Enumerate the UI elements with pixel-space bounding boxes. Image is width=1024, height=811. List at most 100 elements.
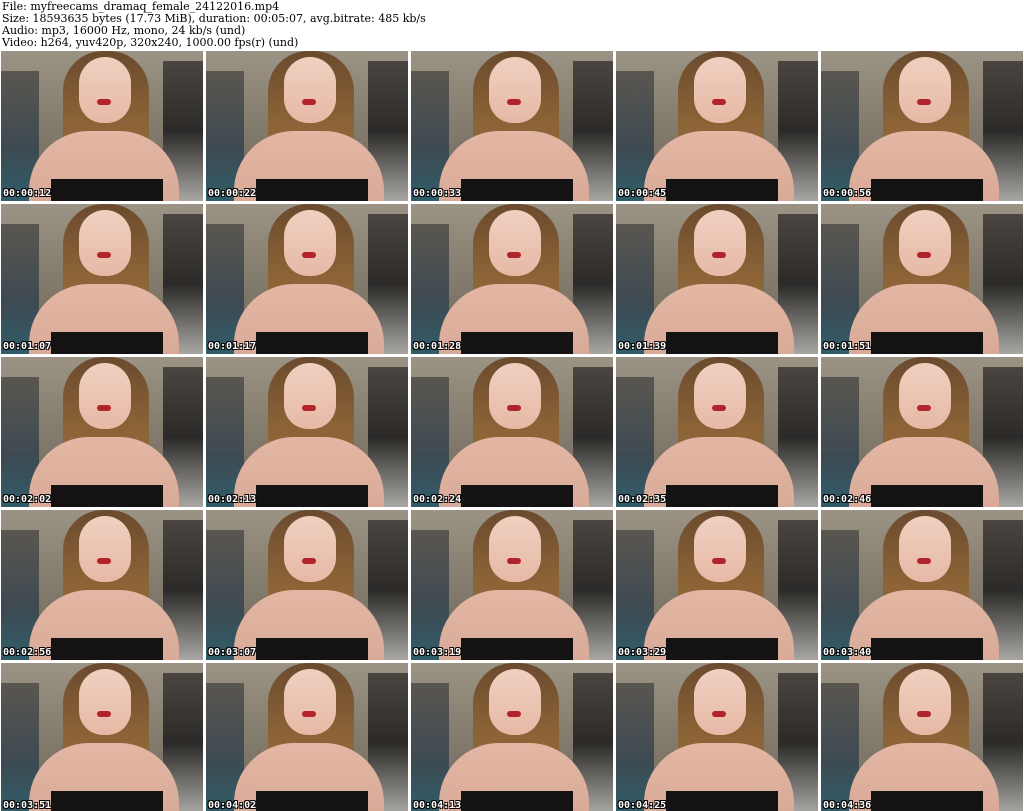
- frame-image-face: [694, 363, 746, 429]
- video-frame-thumbnail: 00:02:24: [411, 357, 613, 507]
- frame-image-face: [79, 669, 131, 735]
- frame-image-top: [666, 791, 778, 811]
- frame-image-top: [871, 485, 983, 507]
- frame-image-face: [694, 57, 746, 123]
- frame-timestamp: 00:01:28: [413, 341, 462, 352]
- frame-timestamp: 00:01:39: [618, 341, 667, 352]
- frame-image-lips: [302, 711, 316, 717]
- frame-image-top: [871, 638, 983, 660]
- frame-image-face: [284, 57, 336, 123]
- frame-image-lips: [302, 405, 316, 411]
- frame-image-lips: [507, 99, 521, 105]
- frame-timestamp: 00:02:35: [618, 494, 667, 505]
- frame-image-face: [79, 516, 131, 582]
- frame-timestamp: 00:01:07: [3, 341, 52, 352]
- frame-image-lips: [302, 99, 316, 105]
- frame-timestamp: 00:03:40: [823, 647, 872, 658]
- frame-image-top: [256, 179, 368, 201]
- frame-image-face: [79, 363, 131, 429]
- frame-image-top: [666, 179, 778, 201]
- frame-timestamp: 00:00:22: [208, 188, 257, 199]
- video-frame-thumbnail: 00:00:45: [616, 51, 818, 201]
- frame-image-face: [899, 210, 951, 276]
- frame-image-face: [694, 516, 746, 582]
- video-frame-thumbnail: 00:00:33: [411, 51, 613, 201]
- frame-image-lips: [712, 405, 726, 411]
- video-frame-thumbnail: 00:03:19: [411, 510, 613, 660]
- frame-image-face: [899, 516, 951, 582]
- video-frame-thumbnail: 00:01:51: [821, 204, 1023, 354]
- video-frame-thumbnail: 00:02:46: [821, 357, 1023, 507]
- frame-image-face: [899, 57, 951, 123]
- frame-timestamp: 00:01:51: [823, 341, 872, 352]
- video-frame-thumbnail: 00:03:51: [1, 663, 203, 811]
- video-frame-thumbnail: 00:02:35: [616, 357, 818, 507]
- video-info-line: Video: h264, yuv420p, 320x240, 1000.00 f…: [2, 36, 299, 49]
- frame-image-lips: [97, 405, 111, 411]
- frame-image-top: [666, 332, 778, 354]
- frame-timestamp: 00:00:33: [413, 188, 462, 199]
- frame-image-top: [51, 791, 163, 811]
- frame-image-lips: [712, 252, 726, 258]
- frame-timestamp: 00:03:29: [618, 647, 667, 658]
- frame-image-face: [694, 669, 746, 735]
- frame-image-lips: [917, 558, 931, 564]
- frame-image-lips: [712, 711, 726, 717]
- video-frame-thumbnail: 00:01:28: [411, 204, 613, 354]
- frame-timestamp: 00:02:13: [208, 494, 257, 505]
- frame-image-top: [461, 791, 573, 811]
- video-frame-thumbnail: 00:03:29: [616, 510, 818, 660]
- frame-image-lips: [507, 252, 521, 258]
- frame-image-top: [256, 638, 368, 660]
- frame-image-face: [489, 516, 541, 582]
- video-frame-thumbnail: 00:03:07: [206, 510, 408, 660]
- frame-image-top: [871, 791, 983, 811]
- video-frame-thumbnail: 00:02:56: [1, 510, 203, 660]
- frame-timestamp: 00:03:07: [208, 647, 257, 658]
- frame-image-lips: [712, 558, 726, 564]
- frame-image-top: [51, 179, 163, 201]
- frame-image-lips: [917, 405, 931, 411]
- frame-image-top: [666, 638, 778, 660]
- frame-image-lips: [507, 405, 521, 411]
- frame-image-lips: [917, 711, 931, 717]
- video-frame-thumbnail: 00:01:07: [1, 204, 203, 354]
- frame-image-top: [461, 485, 573, 507]
- frame-image-lips: [302, 252, 316, 258]
- frame-timestamp: 00:02:02: [3, 494, 52, 505]
- frame-image-top: [871, 332, 983, 354]
- video-frame-thumbnail: 00:00:22: [206, 51, 408, 201]
- frame-timestamp: 00:00:45: [618, 188, 667, 199]
- frame-timestamp: 00:03:19: [413, 647, 462, 658]
- frame-timestamp: 00:04:25: [618, 800, 667, 811]
- frame-image-lips: [917, 99, 931, 105]
- thumbnail-grid: 00:00:12 00:00:22 00:00:33 00:00:45 00:00:56…: [1, 51, 1023, 811]
- frame-image-face: [489, 57, 541, 123]
- video-frame-thumbnail: 00:04:25: [616, 663, 818, 811]
- frame-timestamp: 00:02:56: [3, 647, 52, 658]
- frame-timestamp: 00:02:24: [413, 494, 462, 505]
- frame-timestamp: 00:00:12: [3, 188, 52, 199]
- frame-timestamp: 00:04:36: [823, 800, 872, 811]
- frame-image-top: [256, 791, 368, 811]
- frame-image-face: [489, 363, 541, 429]
- frame-image-top: [256, 485, 368, 507]
- frame-image-top: [461, 179, 573, 201]
- frame-image-lips: [97, 252, 111, 258]
- frame-image-top: [51, 332, 163, 354]
- frame-image-lips: [712, 99, 726, 105]
- frame-image-face: [284, 516, 336, 582]
- frame-image-lips: [302, 558, 316, 564]
- frame-image-top: [51, 485, 163, 507]
- frame-image-face: [489, 210, 541, 276]
- file-info-header: File: myfreecams_dramaq_female_24122016.…: [2, 1, 1022, 49]
- frame-image-face: [694, 210, 746, 276]
- frame-image-lips: [917, 252, 931, 258]
- video-frame-thumbnail: 00:04:36: [821, 663, 1023, 811]
- frame-image-face: [489, 669, 541, 735]
- frame-timestamp: 00:03:51: [3, 800, 52, 811]
- frame-timestamp: 00:01:17: [208, 341, 257, 352]
- frame-image-face: [79, 57, 131, 123]
- frame-image-top: [256, 332, 368, 354]
- frame-image-lips: [97, 558, 111, 564]
